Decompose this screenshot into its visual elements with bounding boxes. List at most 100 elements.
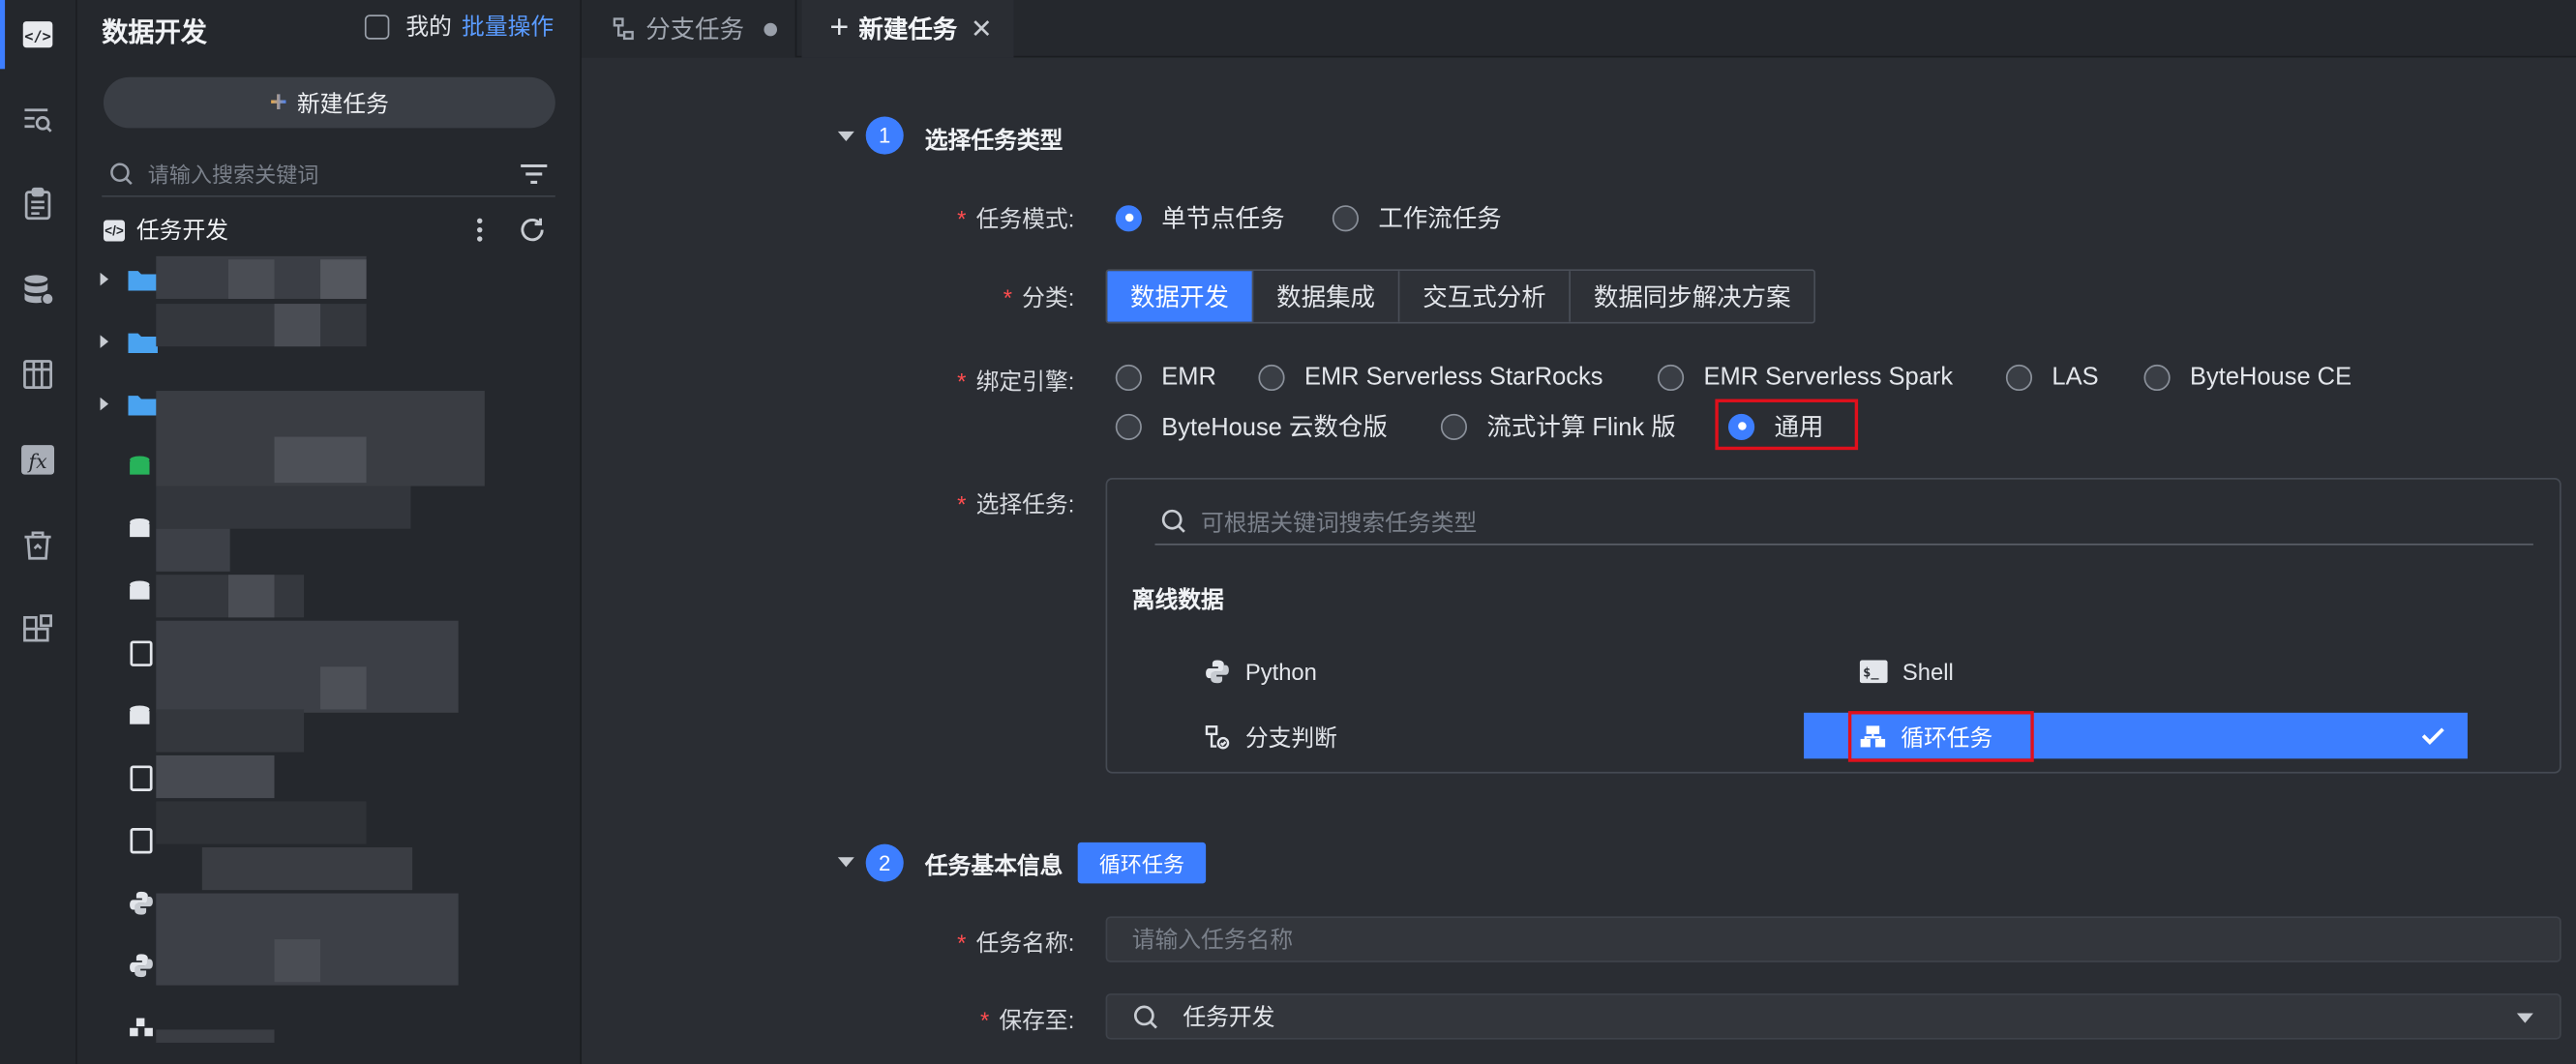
- highlight-box-general-engine: [1715, 399, 1859, 451]
- sql-task-icon: [130, 456, 150, 475]
- sidebar-search-input[interactable]: 请输入搜索关键词: [102, 151, 555, 197]
- tree-task-row[interactable]: [101, 763, 155, 793]
- engine-radio-flink[interactable]: 流式计算 Flink 版: [1440, 409, 1676, 444]
- task-type-search-input[interactable]: 可根据关键词搜索任务类型: [1154, 499, 2533, 546]
- new-task-button[interactable]: + 新建任务: [103, 76, 555, 129]
- save-to-label: * 保存至:: [979, 1006, 1075, 1033]
- data-dev-nav-icon[interactable]: </>: [16, 14, 59, 56]
- required-asterisk: *: [957, 490, 967, 517]
- plus-icon: +: [269, 85, 287, 119]
- category-label: * 分类:: [1003, 283, 1075, 310]
- collapse-caret-icon[interactable]: [837, 131, 854, 142]
- task-type-shell[interactable]: $_ Shell: [1859, 659, 1954, 685]
- category-interactive-analysis[interactable]: 交互式分析: [1399, 271, 1572, 322]
- highlight-box-loop-task: [1847, 711, 2034, 762]
- tree-task-row[interactable]: [101, 514, 155, 544]
- required-asterisk: *: [957, 205, 967, 232]
- tree-folder-row[interactable]: [100, 327, 158, 357]
- tree-task-row[interactable]: [101, 452, 155, 482]
- notebook-task-icon: [130, 765, 153, 791]
- recycle-bin-nav-icon[interactable]: [16, 524, 59, 567]
- task-type-tag: 循环任务: [1077, 842, 1207, 884]
- engine-radio-bytehouse-ce[interactable]: ByteHouse CE: [2143, 363, 2351, 391]
- task-name-input[interactable]: 请输入任务名称: [1105, 916, 2561, 962]
- tree-root-header[interactable]: </> 任务开发: [103, 214, 228, 247]
- offline-data-group-title: 离线数据: [1131, 586, 1224, 613]
- mine-filter[interactable]: 我的 批量操作: [364, 10, 554, 43]
- category-data-sync-solution[interactable]: 数据同步解决方案: [1571, 271, 1814, 322]
- sidebar-title: 数据开发: [102, 19, 207, 48]
- tab-bar: 分支任务 + 新建任务 ✕: [581, 0, 2576, 58]
- close-icon[interactable]: ✕: [971, 13, 993, 45]
- tree-task-row[interactable]: [101, 576, 155, 606]
- rail-active-indicator: [0, 0, 6, 70]
- engine-label: * 绑定引擎:: [957, 368, 1075, 395]
- sidebar-search-placeholder: 请输入搜索关键词: [147, 163, 319, 188]
- engine-radio-emr-serverless-spark[interactable]: EMR Serverless Spark: [1657, 363, 1953, 391]
- svg-text:fx: fx: [27, 450, 48, 473]
- radio-unchecked-icon: [1258, 364, 1285, 391]
- tree-task-row[interactable]: [101, 888, 155, 918]
- db-task-icon: [130, 580, 150, 600]
- tab-branch-task[interactable]: 分支任务: [581, 0, 797, 58]
- data-query-nav-icon[interactable]: [16, 99, 59, 141]
- expand-arrow-icon[interactable]: [100, 335, 109, 348]
- more-vertical-icon[interactable]: [475, 217, 485, 243]
- search-icon: [1161, 509, 1185, 533]
- engine-radio-emr[interactable]: EMR: [1115, 363, 1216, 391]
- tab-label: 分支任务: [645, 15, 745, 44]
- branch-judge-icon: [1205, 725, 1230, 750]
- new-task-button-label: 新建任务: [296, 89, 389, 116]
- batch-operation-link[interactable]: 批量操作: [462, 10, 554, 43]
- engine-radio-emr-serverless-starrocks[interactable]: EMR Serverless StarRocks: [1258, 363, 1603, 391]
- svg-text:$_: $_: [1863, 665, 1879, 680]
- tree-task-row[interactable]: [101, 701, 155, 731]
- database-nav-icon[interactable]: [16, 268, 59, 310]
- radio-unchecked-icon: [2143, 364, 2171, 391]
- folder-icon: [128, 333, 158, 354]
- task-name-placeholder: 请输入任务名称: [1131, 926, 1294, 953]
- radio-unchecked-icon: [1657, 364, 1685, 391]
- check-icon: [2421, 727, 2444, 746]
- category-data-dev[interactable]: 数据开发: [1107, 271, 1254, 322]
- mode-radio-single-node[interactable]: 单节点任务: [1115, 200, 1285, 235]
- engine-radio-bytehouse-cloud[interactable]: ByteHouse 云数仓版: [1115, 409, 1388, 444]
- task-name-label: * 任务名称:: [957, 929, 1075, 957]
- table-nav-icon[interactable]: [16, 353, 59, 396]
- category-data-integration[interactable]: 数据集成: [1253, 271, 1400, 322]
- radio-unchecked-icon: [1115, 412, 1142, 440]
- mode-radio-workflow[interactable]: 工作流任务: [1332, 200, 1502, 235]
- tree-root-label: 任务开发: [135, 217, 228, 244]
- folder-icon: [128, 271, 158, 291]
- filter-icon[interactable]: [519, 161, 549, 187]
- tree-task-row[interactable]: [101, 1010, 155, 1040]
- save-to-select[interactable]: 任务开发: [1105, 993, 2561, 1040]
- required-asterisk: *: [979, 1006, 990, 1033]
- task-type-python[interactable]: Python: [1204, 659, 1317, 685]
- svg-text:</>: </>: [24, 27, 51, 44]
- radio-unchecked-icon: [1440, 412, 1468, 440]
- function-nav-icon[interactable]: fx: [16, 438, 59, 481]
- tree-folder-row[interactable]: [100, 264, 158, 294]
- engine-radio-las[interactable]: LAS: [2005, 363, 2099, 391]
- search-icon: [1133, 1004, 1157, 1028]
- tree-folder-row[interactable]: [100, 389, 158, 419]
- expand-arrow-icon[interactable]: [100, 272, 109, 286]
- python-icon: [1206, 660, 1229, 684]
- expand-arrow-icon[interactable]: [100, 397, 109, 411]
- clipboard-nav-icon[interactable]: [16, 182, 59, 224]
- tab-new-task[interactable]: + 新建任务 ✕: [801, 0, 1014, 58]
- tree-task-row[interactable]: [101, 951, 155, 981]
- tree-task-row[interactable]: [101, 638, 155, 668]
- mine-checkbox[interactable]: [364, 14, 390, 39]
- notebook-task-icon: [130, 827, 153, 854]
- apps-nav-icon[interactable]: [16, 609, 59, 652]
- icon-rail: </> fx: [0, 0, 77, 1064]
- folder-icon: [128, 396, 158, 416]
- refresh-icon[interactable]: [518, 215, 548, 245]
- tree-task-row[interactable]: [101, 826, 155, 856]
- task-type-branch[interactable]: 分支判断: [1204, 721, 1337, 754]
- search-icon: [110, 162, 133, 185]
- chevron-down-icon: [2516, 1013, 2533, 1023]
- collapse-caret-icon[interactable]: [837, 857, 854, 868]
